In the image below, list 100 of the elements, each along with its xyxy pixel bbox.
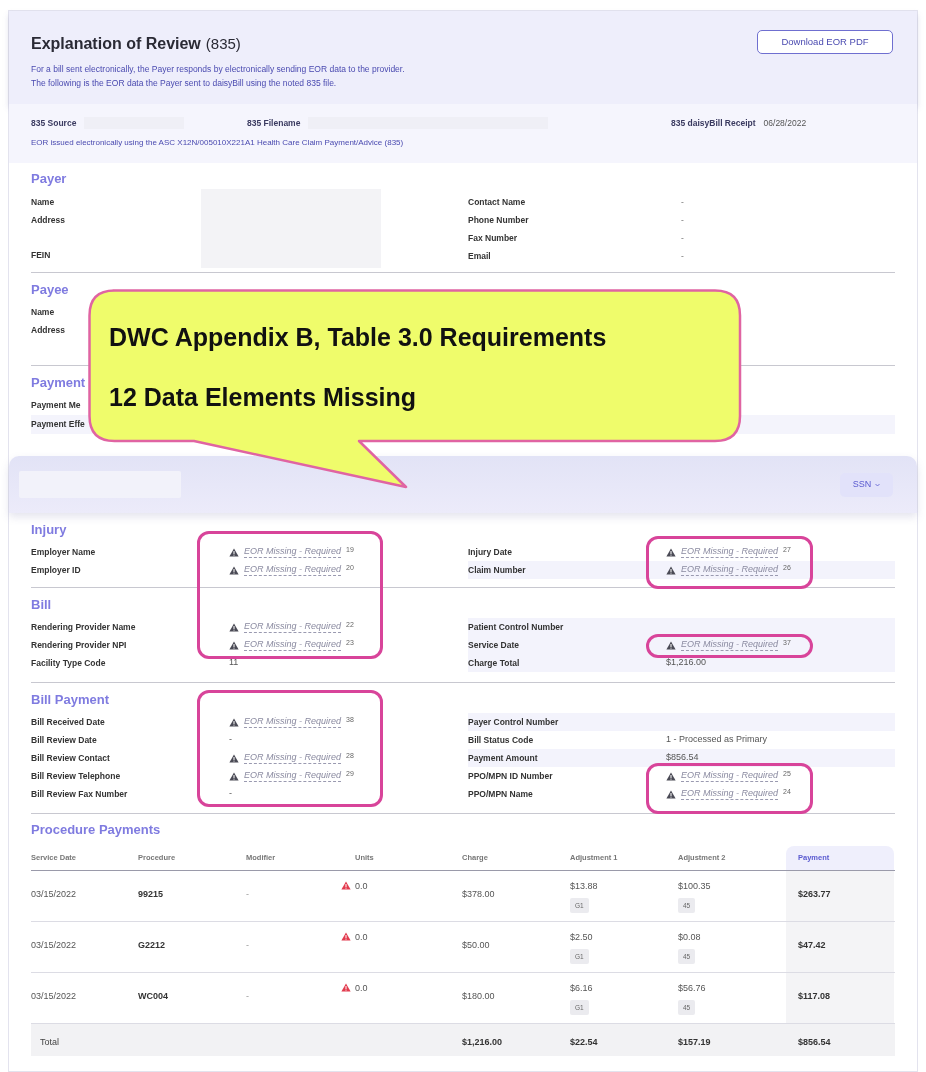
field-label: Address — [31, 214, 66, 227]
table-cell: G2212 — [138, 940, 166, 950]
field-label: Name — [31, 306, 55, 319]
table-cell: $1,216.00 — [462, 1037, 503, 1047]
table-cell: $856.54 — [798, 1037, 831, 1047]
table-cell: - — [246, 889, 249, 899]
field-label: Employer Name — [31, 545, 97, 559]
field-label: Fax Number — [468, 231, 519, 245]
table-cell: 0.0 — [355, 983, 368, 993]
table-cell-text: $56.76 — [678, 982, 706, 995]
missing-value: EOR Missing - Required — [244, 564, 342, 576]
field-label: Bill Review Contact — [31, 751, 111, 765]
table-cell: $50.00 — [462, 940, 490, 950]
table-cell: 03/15/2022 — [31, 889, 77, 899]
field-label: Bill Status Code — [468, 733, 535, 747]
missing-value: EOR Missing - Required — [681, 639, 779, 651]
field-label: 835 Source — [31, 116, 77, 130]
field-label: Rendering Provider NPI — [31, 638, 128, 652]
warning-icon — [229, 622, 239, 632]
field-label: Phone Number — [468, 213, 530, 227]
table-cell-text: $2.50 — [570, 931, 593, 944]
table-cell: Total — [40, 1037, 59, 1047]
table-cell: WC004 — [138, 991, 168, 1001]
missing-value: EOR Missing - Required — [681, 546, 779, 558]
section-heading: Payment — [31, 375, 87, 391]
field-label: Claim Number — [468, 563, 527, 577]
warning-icon — [229, 547, 239, 557]
source-note: EOR issued electronically using the ASC X12N/005010X221A1 Health Care Claim Payment/Advice (835) — [31, 137, 405, 149]
field-label: Email — [468, 249, 492, 263]
warning-icon — [229, 771, 239, 781]
field-label: Bill Received Date — [31, 715, 106, 729]
field-label: Bill Review Date — [31, 733, 98, 747]
warning-icon — [666, 565, 676, 575]
missing-value: EOR Missing - Required — [681, 788, 779, 800]
missing-value: EOR Missing - Required — [244, 716, 342, 728]
warning-icon — [229, 565, 239, 575]
field-label: FEIN — [31, 249, 52, 262]
field-label: Facility Type Code — [31, 656, 107, 670]
missing-value: EOR Missing - Required — [244, 639, 342, 651]
field-label: Employer ID — [31, 563, 82, 577]
missing-value: EOR Missing - Required — [681, 564, 779, 576]
field-label: Bill Review Fax Number — [31, 787, 129, 801]
field-value: 06/28/2022 — [763, 116, 807, 130]
field-label: PPO/MPN ID Number — [468, 769, 554, 783]
title-count: (835) — [205, 34, 241, 54]
field-label: Rendering Provider Name — [31, 620, 137, 634]
field-value: 11 — [229, 656, 239, 670]
table-cell: $117.08 — [798, 991, 831, 1001]
field-label: 835 Filename — [247, 116, 301, 130]
table-cell-text: $100.35 — [678, 880, 711, 893]
table-cell-text: $13.88 — [570, 880, 598, 893]
table-cell: 03/15/2022 — [31, 940, 77, 950]
field-label: Payment Amount — [468, 751, 539, 765]
callout-text: 12 Data Elements Missing — [109, 382, 417, 412]
caret-icon — [875, 482, 881, 487]
description-text: The following is the EOR data the Payer sent to daisyBill using the noted 835 file. — [31, 77, 338, 90]
warning-icon — [229, 717, 239, 727]
missing-value: EOR Missing - Required — [681, 770, 779, 782]
field-value: - — [681, 249, 684, 263]
table-cell: 99215 — [138, 889, 164, 899]
table-cell: - — [246, 991, 249, 1001]
field-value: 1 - Processed as Primary — [666, 733, 768, 747]
field-label: PPO/MPN Name — [468, 787, 534, 801]
field-label: Patient Control Number — [468, 620, 565, 634]
table-cell: 0.0 — [355, 881, 368, 891]
field-label: Injury Date — [468, 545, 513, 559]
field-value: - — [681, 231, 684, 245]
field-label: Address — [31, 324, 65, 337]
field-label: Contact Name — [468, 195, 527, 209]
table-cell: $22.54 — [570, 1037, 598, 1047]
field-label: Name — [31, 196, 56, 209]
field-label: Service Date — [468, 638, 521, 652]
warning-icon — [229, 640, 239, 650]
table-cell-text: $0.08 — [678, 931, 701, 944]
callout-text: DWC Appendix B, Table 3.0 Requirements — [109, 322, 607, 352]
description-text: For a bill sent electronically, the Payer responds by electronically sending EOR data to the provider. — [31, 63, 405, 76]
section-heading: Bill Payment — [31, 692, 111, 708]
page-title: Explanation of Review — [31, 34, 201, 54]
ssn-button[interactable]: SSN — [840, 472, 893, 497]
field-label: 835 daisyBill Receipt — [671, 116, 756, 130]
section-heading: Payee — [31, 282, 70, 298]
field-value: - — [229, 787, 232, 801]
section-heading: Payer — [31, 171, 68, 187]
table-cell: $157.19 — [678, 1037, 711, 1047]
section-heading: Injury — [31, 522, 68, 538]
download-button[interactable]: Download EOR PDF — [757, 30, 893, 54]
table-cell: 0.0 — [355, 932, 368, 942]
field-label: Payer Control Number — [468, 715, 560, 729]
missing-value: EOR Missing - Required — [244, 546, 342, 558]
field-value: - — [681, 195, 684, 209]
table-cell: $47.42 — [798, 940, 826, 950]
table-cell: $180.00 — [462, 991, 495, 1001]
warning-icon — [666, 547, 676, 557]
field-label: Charge Total — [468, 656, 521, 670]
field-value: $856.54 — [666, 751, 699, 765]
warning-icon — [229, 753, 239, 763]
table-cell: - — [246, 940, 249, 950]
missing-value: EOR Missing - Required — [244, 752, 342, 764]
table-cell-text: $6.16 — [570, 982, 593, 995]
warning-icon — [666, 789, 676, 799]
